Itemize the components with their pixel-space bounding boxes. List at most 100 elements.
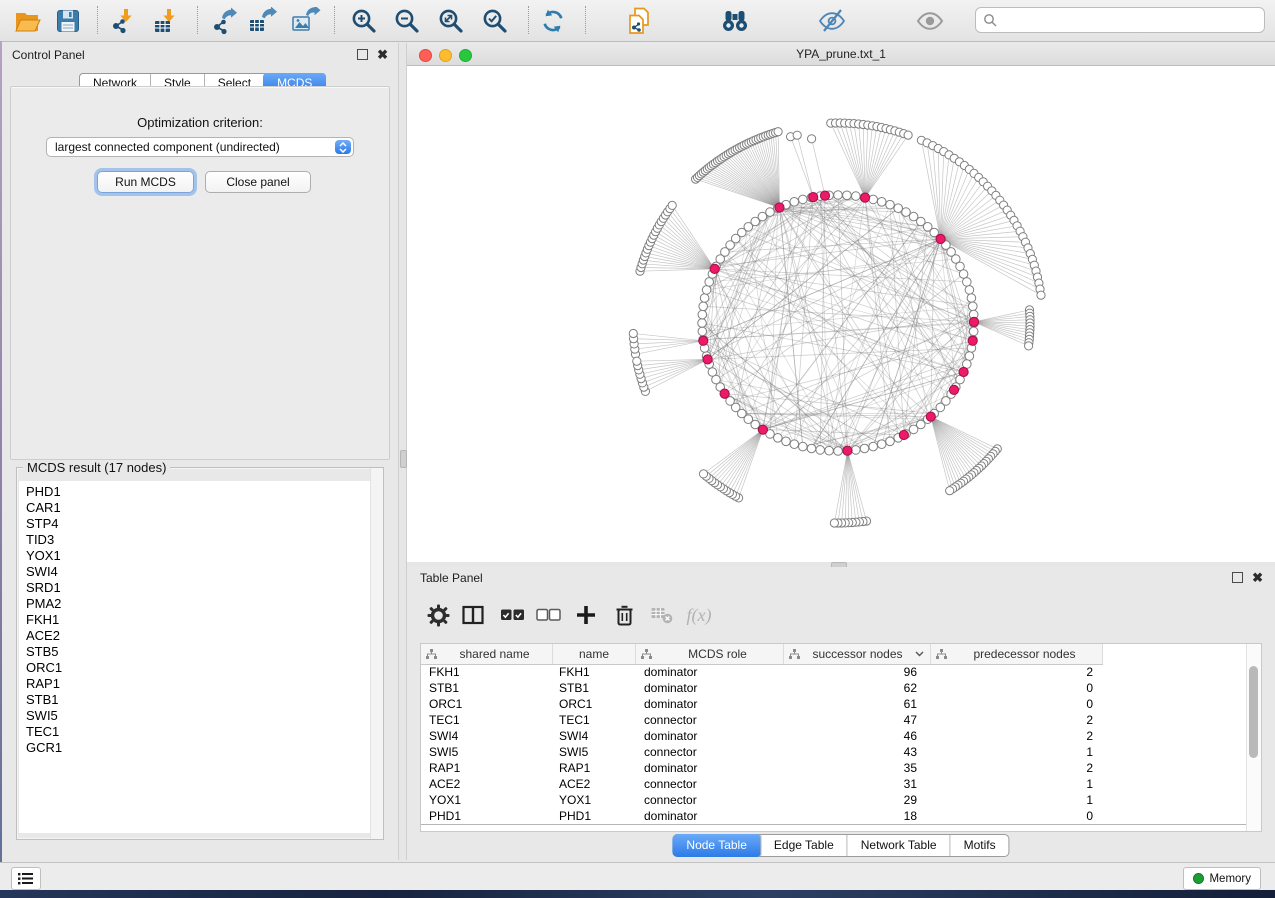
show-graphics-details-icon[interactable] xyxy=(914,6,946,35)
mcds-result-item[interactable]: TID3 xyxy=(19,532,381,548)
create-column-icon[interactable] xyxy=(572,600,600,630)
column-header-shared-name[interactable]: shared name xyxy=(421,644,553,664)
mcds-result-item[interactable]: RAP1 xyxy=(19,676,381,692)
table-cell: 0 xyxy=(931,697,1103,711)
main-toolbar xyxy=(0,0,1275,42)
table-row[interactable]: RAP1RAP1dominator352 xyxy=(421,760,1103,776)
column-header-successor-nodes[interactable]: successor nodes xyxy=(784,644,931,664)
zoom-in-icon[interactable] xyxy=(348,6,380,35)
table-cell: 35 xyxy=(784,761,931,775)
close-panel-icon[interactable]: ✖ xyxy=(1252,573,1263,582)
mcds-result-item[interactable]: STB5 xyxy=(19,644,381,660)
close-panel-icon[interactable]: ✖ xyxy=(377,50,388,59)
deselect-all-columns-icon[interactable] xyxy=(534,600,562,630)
column-header-predecessor-nodes[interactable]: predecessor nodes xyxy=(931,644,1103,664)
mcds-result-item[interactable]: PMA2 xyxy=(19,596,381,612)
delete-table-icon[interactable] xyxy=(648,600,676,630)
column-header-mcds-role[interactable]: MCDS role xyxy=(636,644,784,664)
toolbar-separator xyxy=(528,6,529,34)
run-mcds-button[interactable]: Run MCDS xyxy=(97,171,194,193)
tab-edge-table[interactable]: Edge Table xyxy=(760,835,847,856)
tab-node-table[interactable]: Node Table xyxy=(672,834,761,857)
network-canvas[interactable] xyxy=(407,66,1275,562)
network-window-titlebar[interactable]: YPA_prune.txt_1 xyxy=(407,43,1275,66)
open-session-icon[interactable] xyxy=(11,6,43,35)
table-cell: SWI4 xyxy=(553,729,636,743)
status-menu-button[interactable] xyxy=(11,867,41,890)
node-table[interactable]: shared name name MCDS role successor nod… xyxy=(420,643,1262,832)
table-cell: 2 xyxy=(931,713,1103,727)
show-columns-icon[interactable] xyxy=(459,600,487,630)
export-table-icon[interactable] xyxy=(247,6,279,35)
mcds-result-item[interactable]: GCR1 xyxy=(19,740,381,756)
function-builder-icon[interactable]: f(x) xyxy=(679,600,719,630)
optimization-criterion-label: Optimization criterion: xyxy=(11,115,389,130)
toolbar-separator xyxy=(97,6,98,34)
mcds-result-item[interactable]: SWI4 xyxy=(19,564,381,580)
table-cell: connector xyxy=(636,793,784,807)
mcds-result-item[interactable]: STP4 xyxy=(19,516,381,532)
mcds-list-scrollbar[interactable] xyxy=(370,468,383,839)
mcds-result-item[interactable]: SRD1 xyxy=(19,580,381,596)
table-row[interactable]: YOX1YOX1connector291 xyxy=(421,792,1103,808)
table-panel-tabs: Node Table Edge Table Network Table Moti… xyxy=(672,834,1009,857)
export-image-icon[interactable] xyxy=(290,6,322,35)
export-network-icon[interactable] xyxy=(208,6,240,35)
select-all-columns-icon[interactable] xyxy=(498,600,526,630)
search-field[interactable] xyxy=(975,7,1265,33)
tab-network-table[interactable]: Network Table xyxy=(847,835,950,856)
tab-motifs[interactable]: Motifs xyxy=(950,835,1009,856)
mcds-result-item[interactable]: ORC1 xyxy=(19,660,381,676)
hide-graphics-details-icon[interactable] xyxy=(816,6,848,35)
mcds-result-item[interactable]: YOX1 xyxy=(19,548,381,564)
mcds-result-item[interactable]: PHD1 xyxy=(19,484,381,500)
criterion-dropdown[interactable]: largest connected component (undirected) xyxy=(46,137,354,157)
table-row[interactable]: ORC1ORC1dominator610 xyxy=(421,696,1103,712)
delete-columns-icon[interactable] xyxy=(610,600,638,630)
import-network-icon[interactable] xyxy=(108,6,140,35)
table-row[interactable]: ACE2ACE2connector311 xyxy=(421,776,1103,792)
close-panel-button[interactable]: Close panel xyxy=(205,171,311,193)
clone-network-icon[interactable] xyxy=(624,6,656,35)
mcds-result-item[interactable]: TEC1 xyxy=(19,724,381,740)
table-cell: STB1 xyxy=(553,681,636,695)
table-cell: PHD1 xyxy=(421,809,553,823)
splitter-handle[interactable] xyxy=(400,450,407,468)
mcds-result-item[interactable]: CAR1 xyxy=(19,500,381,516)
column-header-name[interactable]: name xyxy=(553,644,636,664)
table-settings-icon[interactable] xyxy=(424,600,452,630)
table-cell: 18 xyxy=(784,809,931,823)
apply-layout-icon[interactable] xyxy=(537,6,569,35)
mcds-result-item[interactable]: SWI5 xyxy=(19,708,381,724)
table-row[interactable]: SWI5SWI5connector431 xyxy=(421,744,1103,760)
float-panel-icon[interactable] xyxy=(1232,572,1243,583)
mcds-result-item[interactable]: ACE2 xyxy=(19,628,381,644)
zoom-selected-icon[interactable] xyxy=(479,6,511,35)
table-row[interactable]: FKH1FKH1dominator962 xyxy=(421,664,1103,680)
memory-button[interactable]: Memory xyxy=(1183,867,1261,890)
mcds-result-item[interactable]: STB1 xyxy=(19,692,381,708)
search-input[interactable] xyxy=(1001,12,1264,28)
table-cell: dominator xyxy=(636,681,784,695)
table-row[interactable]: PHD1PHD1dominator180 xyxy=(421,808,1103,824)
float-panel-icon[interactable] xyxy=(357,49,368,60)
table-scrollbar-thumb[interactable] xyxy=(1249,666,1258,758)
mcds-options-box: Optimization criterion: largest connecte… xyxy=(10,86,390,460)
list-menu-icon xyxy=(18,872,34,885)
table-cell: dominator xyxy=(636,809,784,823)
zoom-out-icon[interactable] xyxy=(391,6,423,35)
table-scrollbar[interactable] xyxy=(1246,644,1261,831)
vertical-splitter[interactable] xyxy=(398,43,407,860)
mcds-result-item[interactable]: FKH1 xyxy=(19,612,381,628)
zoom-fit-icon[interactable] xyxy=(435,6,467,35)
find-icon[interactable] xyxy=(719,6,751,35)
table-row[interactable]: SWI4SWI4dominator462 xyxy=(421,728,1103,744)
table-row[interactable]: STB1STB1dominator620 xyxy=(421,680,1103,696)
table-cell: dominator xyxy=(636,729,784,743)
table-cell: connector xyxy=(636,713,784,727)
table-cell: 29 xyxy=(784,793,931,807)
mcds-result-list[interactable]: PHD1CAR1STP4TID3YOX1SWI4SRD1PMA2FKH1ACE2… xyxy=(19,481,381,833)
import-table-icon[interactable] xyxy=(151,6,183,35)
save-session-icon[interactable] xyxy=(52,6,84,35)
table-row[interactable]: TEC1TEC1connector472 xyxy=(421,712,1103,728)
